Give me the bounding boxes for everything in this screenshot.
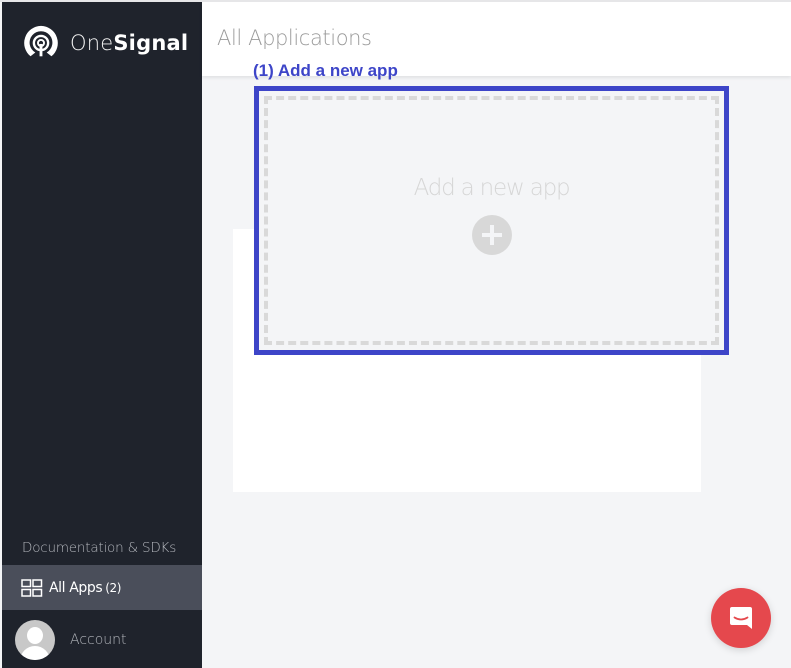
- grid-icon: [21, 578, 43, 597]
- chat-icon: [730, 607, 752, 629]
- add-new-app-button[interactable]: Add a new app: [264, 96, 719, 345]
- plus-circle-icon: [471, 214, 512, 255]
- page-title: All Applications: [217, 26, 372, 50]
- brand-name-light: One: [70, 31, 114, 55]
- onesignal-logo-icon: [24, 25, 58, 57]
- brand-name-bold: Signal: [113, 31, 189, 55]
- all-apps-count: (2): [105, 580, 122, 595]
- sidebar-item-all-apps[interactable]: All Apps (2): [2, 565, 202, 610]
- add-new-app-label: Add a new app: [413, 174, 571, 201]
- annotation-label: (1) Add a new app: [253, 61, 398, 80]
- brand-name: OneSignal: [70, 31, 188, 55]
- logo[interactable]: OneSignal: [22, 23, 188, 63]
- account-label: Account: [70, 632, 127, 648]
- sidebar-item-account[interactable]: Account: [2, 614, 202, 666]
- chat-launcher-button[interactable]: [711, 588, 771, 648]
- avatar-body: [20, 646, 50, 660]
- sidebar: OneSignal Documentation & SDKs All Apps …: [2, 2, 202, 668]
- all-apps-label: All Apps: [49, 579, 103, 596]
- avatar-head: [27, 627, 43, 644]
- annotation-highlight-box: Add a new app: [254, 86, 729, 355]
- documentation-link[interactable]: Documentation & SDKs: [22, 540, 176, 556]
- avatar: [15, 620, 55, 660]
